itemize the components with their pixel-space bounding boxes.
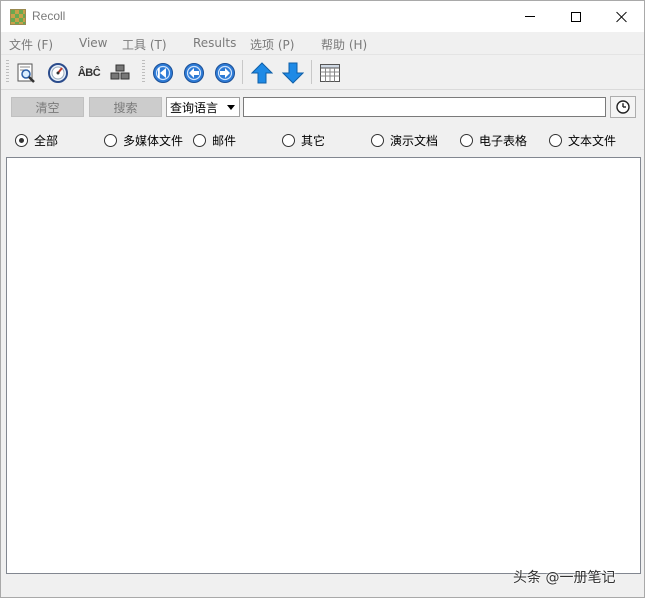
first-page-button[interactable] [150,60,176,86]
radio-indicator [104,133,117,147]
toolbar: ÂBĈ [1,54,644,90]
filter-label: 电子表格 [479,133,528,148]
filter-label: 多媒体文件 [123,133,184,148]
query-fragments-button[interactable] [107,60,133,86]
menu-view[interactable]: View [79,36,107,50]
sort-descending-button[interactable] [280,60,306,86]
filter-text-radio[interactable]: 文本文件 [549,132,616,148]
menu-bar: 文件 (F) View 工具 (T) Results 选项 (P) 帮助 (H) [1,32,644,54]
minimize-icon [525,16,535,17]
watermark-text: 头条 @一册笔记 [513,570,616,586]
chevron-down-icon [227,105,235,110]
sort-ascending-button[interactable] [249,60,275,86]
next-page-icon [215,63,235,83]
previous-page-button[interactable] [181,60,207,86]
sort-descending-icon [282,62,304,84]
spelling-icon: ÂBĈ [77,67,101,79]
minimize-button[interactable] [507,1,553,32]
first-page-icon [153,63,173,83]
sort-ascending-icon [251,62,273,84]
next-page-button[interactable] [212,60,238,86]
gauge-icon [48,63,68,83]
close-button[interactable] [599,1,645,32]
radio-indicator [282,133,295,147]
spelling-button[interactable]: ÂBĈ [76,60,102,86]
index-status-button[interactable] [45,60,71,86]
filter-label: 其它 [301,133,326,148]
filter-label: 文本文件 [568,133,617,148]
blocks-icon [110,64,130,80]
filter-presentation-radio[interactable]: 演示文档 [371,132,438,148]
document-preview-icon [17,63,35,83]
toolbar-separator [242,60,243,84]
recoll-app-icon [10,9,26,25]
search-input[interactable] [243,97,606,117]
toolbar-separator [311,60,312,84]
clock-icon [616,100,630,114]
window-title: Recoll [32,9,66,23]
filter-label: 邮件 [212,133,237,148]
menu-help[interactable]: 帮助 (H) [321,36,367,53]
table-view-button[interactable] [317,60,343,86]
document-preview-button[interactable] [13,60,39,86]
radio-checked-indicator [15,133,28,147]
title-bar[interactable]: Recoll [1,1,644,32]
clear-button[interactable]: 清空 [11,97,84,117]
search-history-button[interactable] [610,96,636,118]
recoll-window: Recoll 文件 (F) View 工具 (T) Results 选项 (P)… [0,0,645,598]
previous-page-icon [184,63,204,83]
filter-all-radio[interactable]: 全部 [15,132,58,148]
menu-tools[interactable]: 工具 (T) [122,36,167,53]
radio-indicator [460,133,473,147]
filter-label: 演示文档 [390,133,439,148]
query-type-select[interactable]: 查询语言 [166,97,240,117]
menu-preferences[interactable]: 选项 (P) [250,36,294,53]
table-view-icon [320,64,340,82]
toolbar-grip[interactable] [6,60,9,84]
filter-spreadsheet-radio[interactable]: 电子表格 [460,132,527,148]
filter-media-radio[interactable]: 多媒体文件 [104,132,183,148]
radio-indicator [371,133,384,147]
filter-other-radio[interactable]: 其它 [282,132,325,148]
toolbar-grip[interactable] [142,60,145,84]
filter-label: 全部 [34,133,59,148]
search-button[interactable]: 搜索 [89,97,162,117]
filter-mail-radio[interactable]: 邮件 [193,132,236,148]
radio-indicator [193,133,206,147]
results-list[interactable] [6,157,641,574]
close-icon [616,11,628,23]
menu-results[interactable]: Results [193,36,236,50]
maximize-button[interactable] [553,1,599,32]
maximize-icon [571,11,581,22]
radio-indicator [549,133,562,147]
query-type-value: 查询语言 [170,100,219,115]
menu-file[interactable]: 文件 (F) [9,36,53,53]
